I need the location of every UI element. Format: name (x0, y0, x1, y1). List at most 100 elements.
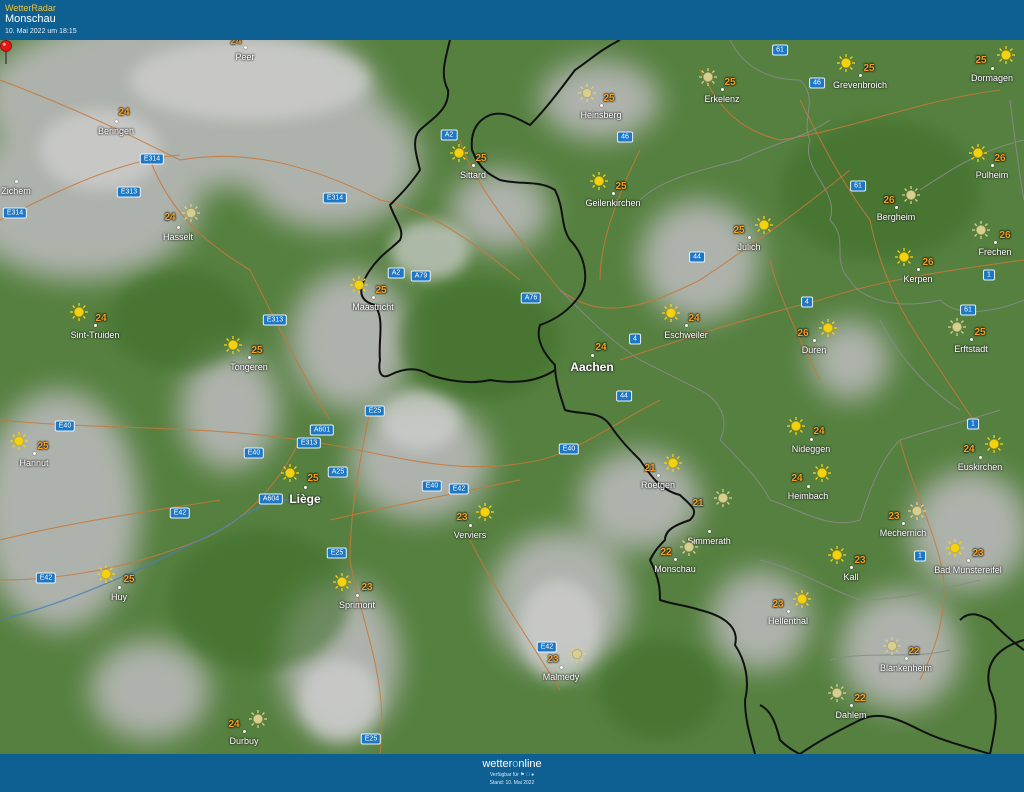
city-temperature: 25 (974, 327, 986, 338)
city-temperature: 23 (888, 511, 900, 522)
sun-icon (249, 710, 267, 728)
sun-icon (714, 489, 732, 507)
road-sign: 61 (960, 304, 976, 316)
city-name: Liège (289, 492, 321, 506)
city-temperature: 24 (595, 342, 607, 353)
city-dot (674, 558, 677, 561)
sun-icon (883, 637, 901, 655)
city-name: Kerpen (903, 274, 933, 284)
city-name: Zichem (1, 186, 31, 196)
city-name: Kall (843, 572, 859, 582)
city-temperature: 26 (883, 195, 895, 206)
sun-icon (755, 216, 773, 234)
road-sign: 46 (809, 77, 825, 89)
app-name: WetterRadar (5, 3, 56, 13)
city-dot (850, 566, 853, 569)
availability-note: Verfügbar für ⚑  ● (0, 772, 1024, 778)
city-temperature: 24 (118, 107, 130, 118)
sun-icon (997, 46, 1015, 64)
city-name: Hasselt (162, 232, 194, 242)
city-name: Monschau (654, 564, 696, 574)
road-sign: 1 (967, 418, 979, 430)
city-temperature: 25 (724, 77, 736, 88)
road-sign: E313 (262, 314, 288, 326)
sun-icon (908, 502, 926, 520)
road-sign: 1 (914, 550, 926, 562)
road-sign: E25 (364, 405, 386, 417)
city-temperature: 25 (603, 93, 615, 104)
sun-icon (578, 84, 596, 102)
city-dot (15, 180, 18, 183)
road-sign: E40 (243, 447, 265, 459)
city-temperature: 25 (251, 345, 263, 356)
city-name: Julich (737, 242, 761, 252)
city-name: Bad Munstereifel (934, 565, 1002, 575)
city-name: Hellenthal (767, 616, 809, 626)
city-dot (115, 120, 118, 123)
sun-icon (787, 417, 805, 435)
sun-icon (972, 221, 990, 239)
city-name: Heimbach (787, 491, 829, 501)
location-pin-icon[interactable] (0, 40, 12, 64)
sun-icon (664, 454, 682, 472)
city-dot (177, 226, 180, 229)
app-header: WetterRadar Monschau 10. Mai 2022 um 18:… (0, 0, 1024, 40)
city-temperature: 24 (164, 212, 176, 223)
road-sign: 61 (772, 44, 788, 56)
road-sign: E40 (54, 420, 76, 432)
city-dot (748, 236, 751, 239)
city-name: Nideggen (791, 444, 831, 454)
sun-icon (70, 303, 88, 321)
city-temperature: 24 (228, 719, 240, 730)
city-temperature: 23 (456, 512, 468, 523)
road-sign: A25 (327, 466, 349, 478)
sun-icon (662, 304, 680, 322)
city-dot (248, 356, 251, 359)
city-name: Blankenheim (879, 663, 933, 673)
city-name: Sittard (459, 170, 487, 180)
sun-icon (568, 645, 586, 663)
sun-icon (948, 318, 966, 336)
road-sign: A2 (387, 267, 405, 279)
road-sign: E313 (296, 437, 322, 449)
city-temperature: 24 (963, 444, 975, 455)
road-sign: 44 (689, 251, 705, 263)
sun-icon (813, 464, 831, 482)
city-dot (591, 354, 594, 357)
city-name: Hannut (19, 458, 49, 468)
road-sign: E314 (2, 207, 28, 219)
city-dot (469, 524, 472, 527)
sun-icon (699, 68, 717, 86)
sun-icon (281, 464, 299, 482)
sun-icon (902, 186, 920, 204)
city-temperature: 25 (975, 55, 987, 66)
city-temperature: 25 (733, 225, 745, 236)
city-name: Beringen (97, 126, 135, 136)
road-sign: 44 (616, 390, 632, 402)
city-temperature: 25 (375, 285, 387, 296)
sun-icon (476, 503, 494, 521)
road-sign: 46 (617, 131, 633, 143)
city-temperature: 26 (999, 230, 1011, 241)
city-dot (304, 486, 307, 489)
sun-icon (793, 590, 811, 608)
weather-radar-map[interactable]: 24 Peer 24 Beringen Zichem 24 Hasselt 24 Sint-Tr… (0, 40, 1024, 754)
sun-icon (969, 144, 987, 162)
city-dot (967, 559, 970, 562)
road-sign: A76 (520, 292, 542, 304)
city-name: Maastricht (352, 302, 394, 312)
sun-icon (819, 319, 837, 337)
city-dot (685, 324, 688, 327)
wetteronline-logo[interactable]: wetteronline (0, 758, 1024, 770)
city-temperature: 26 (922, 257, 934, 268)
city-temperature: 23 (547, 654, 559, 665)
city-dot (787, 610, 790, 613)
sun-icon (182, 204, 200, 222)
city-name: Frechen (978, 247, 1012, 257)
city-temperature: 24 (791, 473, 803, 484)
city-dot (895, 206, 898, 209)
road-sign: E314 (139, 153, 165, 165)
city-dot (859, 74, 862, 77)
road-sign: 61 (850, 180, 866, 192)
city-dot (902, 522, 905, 525)
